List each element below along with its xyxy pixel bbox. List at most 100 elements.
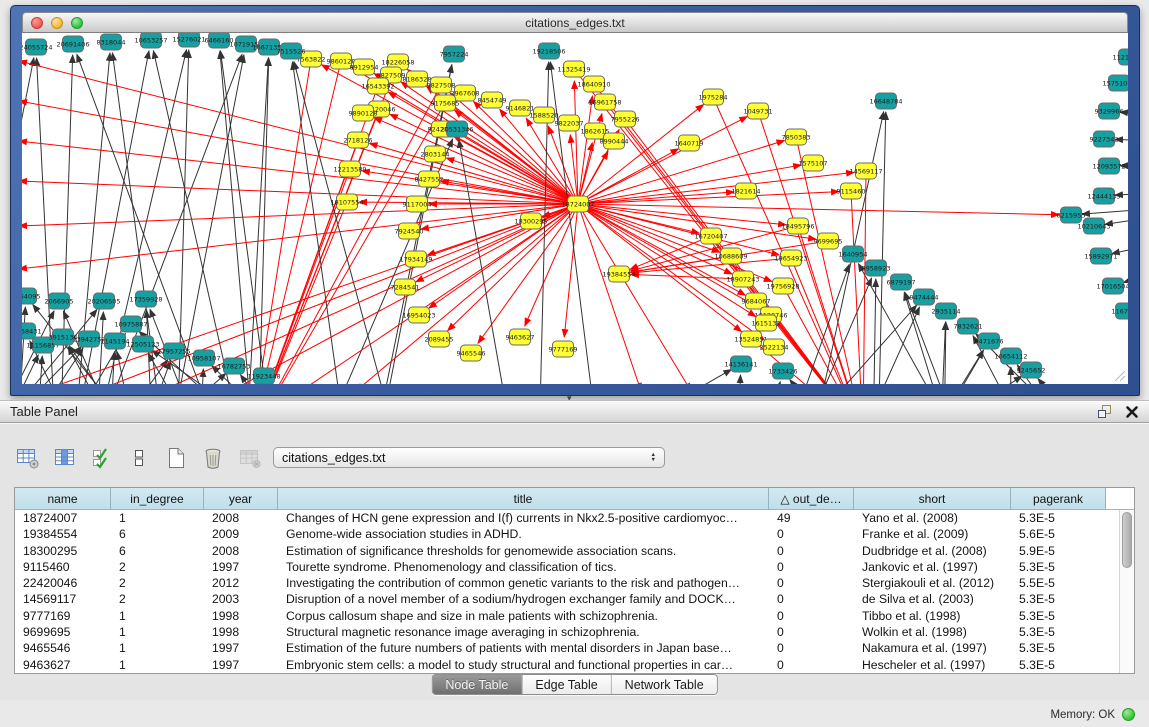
network-node[interactable]: 9699695 [814, 233, 843, 249]
network-node[interactable]: 17359928 [129, 291, 162, 307]
table-row[interactable]: 1872400712008Changes of HCN gene express… [15, 510, 1119, 526]
network-node[interactable]: 7957224 [440, 46, 469, 62]
network-node[interactable]: 1975284 [699, 89, 728, 105]
network-node[interactable]: 10654112 [994, 348, 1027, 364]
network-node[interactable]: 12505123 [126, 336, 159, 352]
column-header-title[interactable]: title [278, 488, 769, 510]
network-node[interactable]: 2522134 [760, 339, 789, 355]
network-node[interactable]: 9245652 [1017, 362, 1046, 378]
network-node[interactable]: 2803144 [421, 146, 450, 162]
new-column-icon[interactable] [164, 445, 188, 470]
memory-status-icon[interactable] [1122, 708, 1135, 721]
network-node[interactable]: 9227342 [1090, 131, 1119, 147]
network-node[interactable]: 15276021 [172, 33, 205, 47]
table-row[interactable]: 969969511998Structural magnetic resonanc… [15, 624, 1119, 640]
network-node[interactable]: 24055724 [22, 39, 53, 55]
network-node[interactable]: 6879197 [887, 274, 916, 290]
column-header-short[interactable]: short [854, 488, 1011, 510]
network-view-window[interactable]: citations_edges.txt 18724007756382298601… [10, 5, 1140, 396]
network-node[interactable]: 19384554 [602, 266, 635, 282]
network-node[interactable]: 9465546 [457, 345, 486, 361]
network-node[interactable]: 15892971 [1084, 248, 1117, 264]
resize-grip-icon[interactable] [1113, 369, 1125, 381]
network-node[interactable]: 7284541 [391, 279, 420, 295]
network-node[interactable]: 1640719 [675, 135, 704, 151]
network-node[interactable]: 8215955 [1057, 207, 1086, 223]
network-node[interactable]: 16961758 [588, 94, 621, 110]
network-node[interactable]: 1733426 [769, 363, 798, 379]
tab-node-table[interactable]: Node Table [432, 675, 522, 694]
network-node[interactable]: 16648784 [869, 93, 902, 109]
table-row[interactable]: 946554611997Estimation of the future num… [15, 640, 1119, 656]
network-node[interactable]: 8454749 [478, 92, 507, 108]
network-node[interactable]: 16720407 [694, 228, 727, 244]
column-header-name[interactable]: name [15, 488, 111, 510]
network-node[interactable]: 8318044 [97, 34, 126, 50]
network-node[interactable]: 1821614 [732, 183, 761, 199]
network-node[interactable]: 12093572 [1092, 158, 1125, 174]
table-row[interactable]: 911546021997Tourette syndrome. Phenomeno… [15, 559, 1119, 575]
network-node[interactable]: 1167533 [1112, 303, 1128, 319]
table-vertical-scrollbar[interactable] [1119, 510, 1134, 673]
table-row[interactable]: 1830029562008Estimation of significance … [15, 543, 1119, 559]
network-node[interactable]: 20206505 [87, 293, 120, 309]
network-node[interactable]: 1640954 [839, 246, 868, 262]
network-node[interactable]: 9115460 [837, 183, 866, 199]
network-node[interactable]: 14569117 [849, 163, 882, 179]
network-node[interactable]: 11217664 [1112, 49, 1128, 65]
network-canvas[interactable]: 1872400775638229860128891295418226058982… [22, 33, 1128, 384]
network-node[interactable]: 18640910 [577, 76, 610, 92]
network-node[interactable]: 12444135 [1087, 188, 1120, 204]
network-node[interactable]: 9175685 [431, 95, 460, 111]
row-height-icon[interactable] [127, 445, 151, 470]
network-node[interactable]: 9822037 [555, 115, 584, 131]
network-node[interactable]: 9117004 [403, 196, 432, 212]
scrollbar-thumb[interactable] [1122, 512, 1132, 568]
network-node[interactable]: 1049731 [744, 103, 773, 119]
network-node[interactable]: 20691406 [56, 36, 89, 52]
table-selector-dropdown[interactable]: citations_edges.txt ▲▼ [273, 447, 665, 468]
delete-column-icon[interactable] [201, 445, 225, 470]
network-node[interactable]: 9329966 [1095, 103, 1124, 119]
network-node[interactable]: 9777169 [549, 341, 578, 357]
network-node[interactable]: 1615132 [752, 315, 781, 331]
select-columns-icon[interactable] [90, 445, 114, 470]
tab-network-table[interactable]: Network Table [612, 675, 717, 694]
network-node[interactable]: 8912954 [350, 59, 379, 75]
network-node[interactable]: 7924540 [395, 223, 424, 239]
network-node[interactable]: 10958107 [187, 350, 220, 366]
table-row[interactable]: 946362711997Embryonic stem cells: a mode… [15, 657, 1119, 673]
network-node[interactable]: 7515526 [277, 43, 306, 59]
table-mode-icon[interactable] [16, 445, 40, 470]
close-window-icon[interactable] [31, 17, 43, 29]
network-node[interactable]: 10688609 [714, 248, 747, 264]
network-node[interactable]: 10210643 [1077, 218, 1110, 234]
network-node[interactable]: 8471676 [975, 333, 1004, 349]
table-row[interactable]: 1456911722003Disruption of a novel membe… [15, 591, 1119, 607]
network-node[interactable]: 2089455 [425, 331, 454, 347]
network-node[interactable]: 19218506 [532, 43, 565, 59]
network-node[interactable]: 17016504 [1096, 278, 1128, 294]
column-header-in_degree[interactable]: in_degree [111, 488, 204, 510]
network-node[interactable]: 2054095 [22, 288, 40, 304]
show-columns-icon[interactable] [53, 445, 77, 470]
network-node[interactable]: 1575107 [799, 155, 828, 171]
network-node[interactable]: 8427552 [415, 171, 444, 187]
network-node[interactable]: 14136141 [724, 356, 757, 372]
network-node[interactable]: 7850383 [782, 129, 811, 145]
column-header-year[interactable]: year [204, 488, 278, 510]
minimize-window-icon[interactable] [51, 17, 63, 29]
network-node[interactable]: 8958923 [862, 260, 891, 276]
network-node[interactable]: 11325419 [557, 61, 590, 77]
tab-edge-table[interactable]: Edge Table [522, 675, 611, 694]
network-node[interactable]: 18495796 [781, 218, 814, 234]
network-node[interactable]: 10653257 [134, 33, 167, 48]
network-node[interactable]: 9463627 [506, 329, 535, 345]
table-row[interactable]: 1938455462009Genome-wide association stu… [15, 526, 1119, 542]
zoom-window-icon[interactable] [71, 17, 83, 29]
network-node[interactable]: 16782753 [217, 358, 250, 374]
network-node[interactable]: 2718126 [344, 132, 373, 148]
network-node[interactable]: 9890128 [349, 105, 378, 121]
network-node[interactable]: 9474444 [910, 289, 939, 305]
network-node[interactable]: 2935114 [932, 303, 961, 319]
